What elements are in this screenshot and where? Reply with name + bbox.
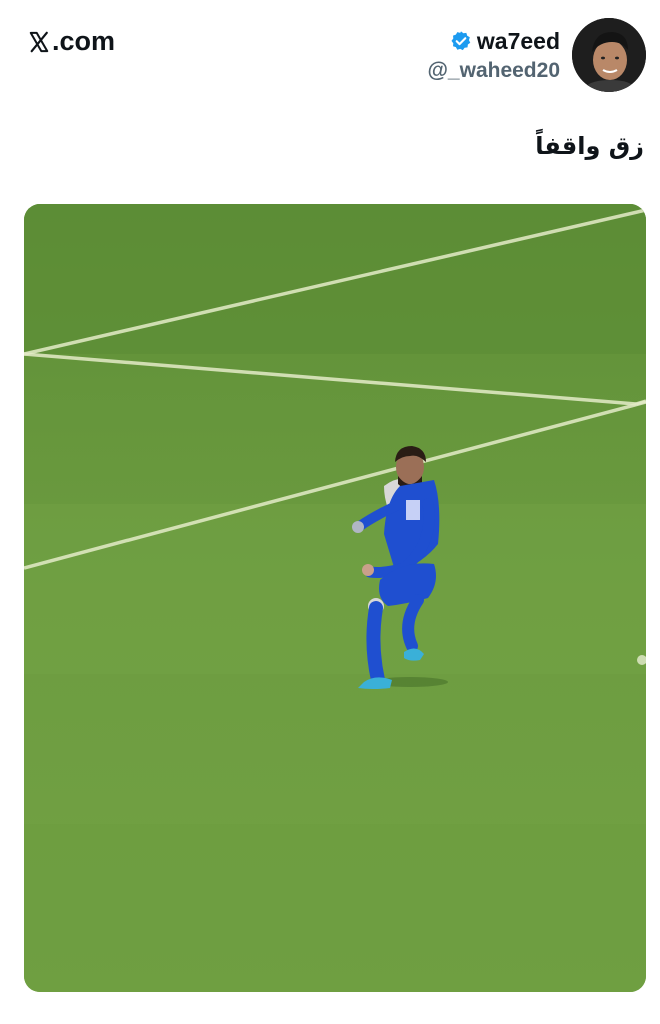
tweet-media-image[interactable]: [24, 204, 646, 992]
name-row: wa7eed: [427, 28, 560, 55]
football-pitch-image: [24, 204, 646, 992]
x-brand-logo[interactable]: .com: [28, 26, 115, 57]
verified-badge-icon: [451, 31, 471, 51]
x-logo-icon: [29, 31, 49, 52]
tweet-text: زق واقفاً: [535, 132, 644, 160]
author-names: wa7eed @_waheed20: [427, 28, 560, 83]
author-handle[interactable]: @_waheed20: [427, 59, 560, 83]
brand-domain-text: .com: [52, 26, 116, 56]
tweet-author[interactable]: wa7eed @_waheed20: [427, 18, 646, 92]
author-display-name[interactable]: wa7eed: [477, 28, 560, 55]
avatar-photo: [572, 18, 646, 92]
author-avatar[interactable]: [572, 18, 646, 92]
